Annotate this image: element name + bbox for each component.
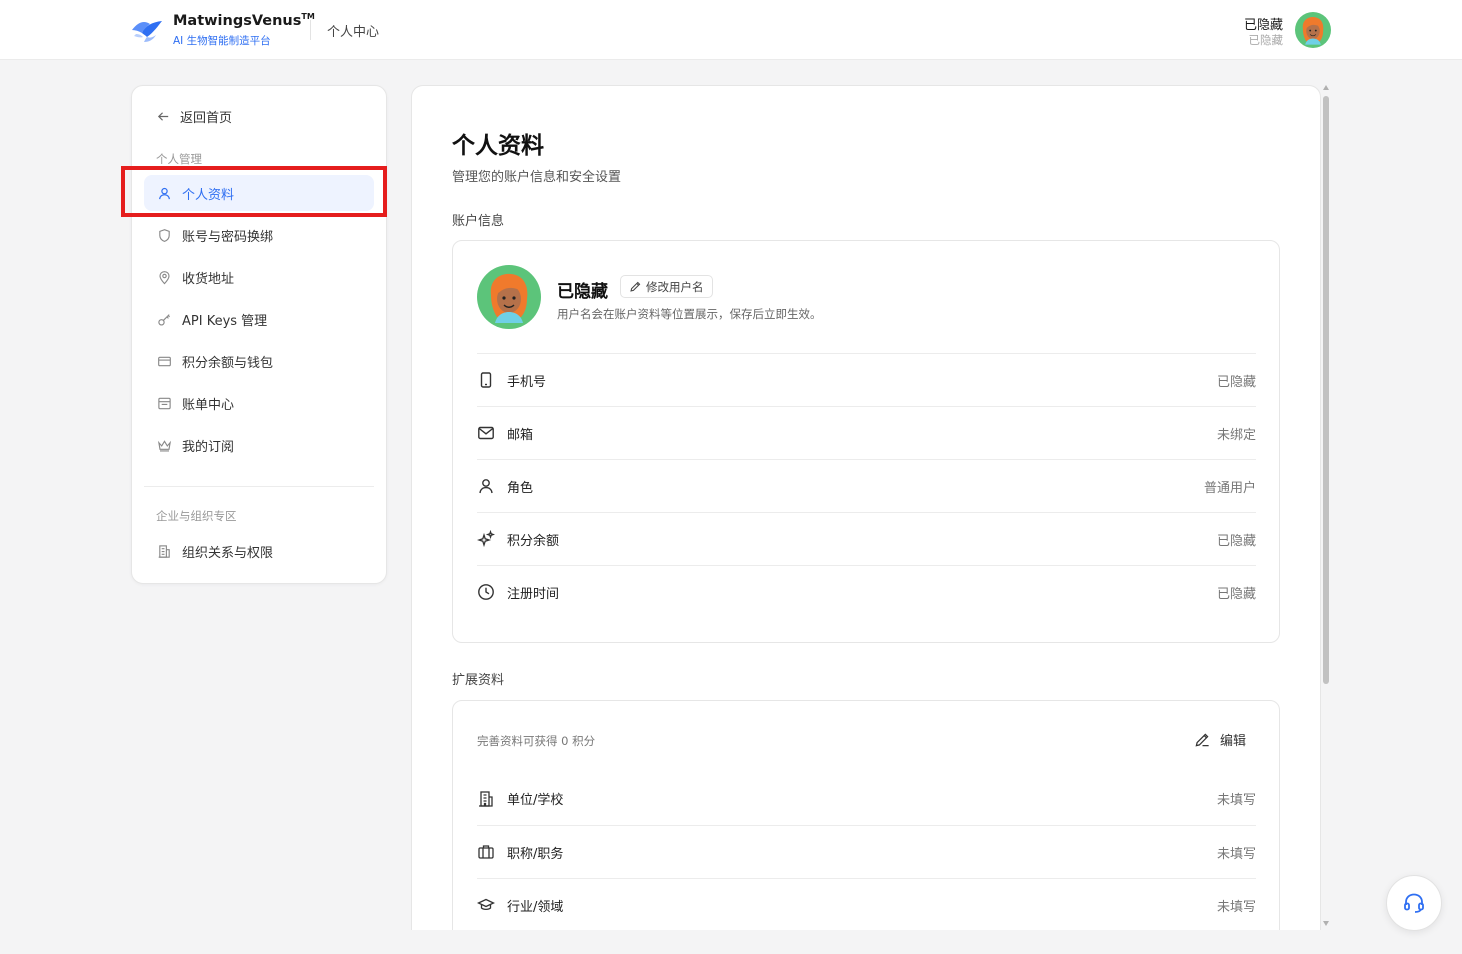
ext-label: 单位/学校	[507, 793, 564, 808]
profile-username-hint: 用户名会在账户资料等位置展示，保存后立即生效。	[557, 307, 822, 321]
main-content: 个人资料 管理您的账户信息和安全设置 账户信息 已隐藏 修改用户名 用户名会在账…	[411, 85, 1321, 930]
building-icon	[479, 790, 493, 807]
extended-points-hint: 完善资料可获得 0 积分	[477, 734, 596, 748]
sidebar-item-billing[interactable]: 账单中心	[144, 385, 374, 421]
page-description: 管理您的账户信息和安全设置	[452, 170, 622, 185]
header-user-sub: 已隐藏	[1248, 33, 1284, 47]
header-section-title: 个人中心	[327, 25, 380, 40]
location-pin-icon	[159, 270, 170, 284]
headset-icon	[1404, 893, 1424, 913]
sidebar-item-label: 账号与密码换绑	[182, 229, 274, 245]
key-icon	[158, 313, 170, 325]
back-home-link[interactable]: 返回首页	[156, 106, 232, 126]
sidebar-item-label: 积分余额与钱包	[182, 355, 274, 371]
info-label: 角色	[507, 480, 534, 496]
sidebar-item-label: 个人资料	[182, 187, 235, 203]
ext-value: 未填写	[1216, 846, 1256, 862]
crown-icon	[157, 439, 172, 451]
sidebar: 返回首页 个人管理 个人资料 账号与密码换绑 收货地址 API Keys 管理 …	[131, 85, 387, 584]
top-header: MatwingsVenusTM AI 生物智能制造平台 个人中心 已隐藏 已隐藏	[0, 0, 1462, 60]
account-info-card: 已隐藏 修改用户名 用户名会在账户资料等位置展示，保存后立即生效。 手机号 已隐…	[452, 240, 1280, 643]
info-value: 未绑定	[1216, 427, 1256, 443]
sparkles-icon	[477, 530, 495, 548]
info-value: 已隐藏	[1216, 374, 1256, 390]
sidebar-item-subscription[interactable]: 我的订阅	[144, 427, 374, 463]
edit-extended-button[interactable]: 编辑	[1194, 730, 1246, 749]
sidebar-item-label: 收货地址	[182, 271, 235, 287]
sidebar-item-label: 组织关系与权限	[182, 545, 274, 561]
user-icon	[159, 187, 170, 199]
briefcase-icon	[478, 845, 494, 859]
group-label-personal: 个人管理	[156, 152, 202, 166]
bill-icon	[158, 397, 171, 409]
brand-name[interactable]: MatwingsVenusTM	[173, 12, 315, 29]
info-row-points: 积分余额 已隐藏	[477, 512, 1256, 565]
ext-row-industry: 行业/领域 未填写	[477, 878, 1256, 930]
main-scrollbar[interactable]	[1321, 85, 1332, 930]
sidebar-item-points-wallet[interactable]: 积分余额与钱包	[144, 343, 374, 379]
mail-icon	[478, 426, 494, 440]
sidebar-item-account-security[interactable]: 账号与密码换绑	[144, 217, 374, 253]
rename-username-label: 修改用户名	[646, 279, 704, 294]
header-user-name[interactable]: 已隐藏	[1244, 14, 1283, 33]
header-divider	[310, 20, 311, 40]
info-label: 邮箱	[507, 427, 534, 443]
customer-support-button[interactable]	[1386, 875, 1442, 931]
ext-value: 未填写	[1216, 899, 1256, 915]
scroll-thumb[interactable]	[1323, 96, 1329, 684]
sidebar-item-profile[interactable]: 个人资料	[144, 175, 374, 211]
user-icon	[479, 479, 493, 494]
avatar[interactable]	[477, 265, 541, 329]
sidebar-item-label: 我的订阅	[182, 439, 235, 455]
avatar[interactable]	[1295, 12, 1331, 48]
info-row-phone: 手机号 已隐藏	[477, 353, 1256, 406]
info-value: 已隐藏	[1216, 586, 1256, 602]
info-row-role: 角色 普通用户	[477, 459, 1256, 512]
info-value: 已隐藏	[1216, 533, 1256, 549]
info-value: 普通用户	[1203, 480, 1256, 496]
shield-icon	[159, 228, 170, 242]
pencil-icon	[1195, 733, 1209, 747]
sidebar-item-org-permissions[interactable]: 组织关系与权限	[144, 533, 374, 569]
page-title: 个人资料	[452, 133, 544, 159]
ext-row-organization: 单位/学校 未填写	[477, 772, 1256, 825]
ext-label: 职称/职务	[507, 846, 564, 862]
sidebar-item-label: 账单中心	[182, 397, 235, 413]
section-title-extended: 扩展资料	[452, 673, 505, 688]
pencil-icon	[630, 281, 641, 292]
clock-icon	[478, 584, 494, 600]
rename-username-button[interactable]: 修改用户名	[620, 275, 713, 298]
extended-info-card: 完善资料可获得 0 积分 编辑 单位/学校 未填写 职称/职务 未填写 行业/领…	[452, 700, 1280, 930]
info-label: 积分余额	[507, 533, 560, 549]
group-label-org: 企业与组织专区	[156, 509, 237, 523]
back-home-label: 返回首页	[180, 110, 233, 126]
section-title-account: 账户信息	[452, 214, 505, 229]
wallet-card-icon	[158, 356, 171, 366]
ext-row-title: 职称/职务 未填写	[477, 825, 1256, 878]
arrow-left-icon	[157, 111, 169, 121]
info-label: 注册时间	[507, 586, 560, 602]
edit-extended-label: 编辑	[1219, 734, 1246, 749]
graduation-cap-icon	[477, 898, 495, 910]
info-label: 手机号	[507, 374, 547, 390]
phone-icon	[480, 372, 492, 388]
profile-username: 已隐藏	[557, 282, 608, 302]
ext-value: 未填写	[1216, 793, 1256, 808]
sidebar-divider	[144, 486, 374, 487]
scroll-down-arrow-icon[interactable]	[1323, 921, 1329, 926]
info-row-email: 邮箱 未绑定	[477, 406, 1256, 459]
ext-label: 行业/领域	[507, 899, 564, 915]
sidebar-item-label: API Keys 管理	[182, 313, 268, 329]
logo-icon[interactable]	[130, 16, 164, 44]
info-row-register-time: 注册时间 已隐藏	[477, 565, 1256, 618]
brand-tagline: AI 生物智能制造平台	[173, 35, 271, 47]
building-icon	[158, 544, 170, 558]
sidebar-item-shipping-address[interactable]: 收货地址	[144, 259, 374, 295]
sidebar-item-api-keys[interactable]: API Keys 管理	[144, 301, 374, 337]
scroll-up-arrow-icon[interactable]	[1323, 85, 1329, 90]
